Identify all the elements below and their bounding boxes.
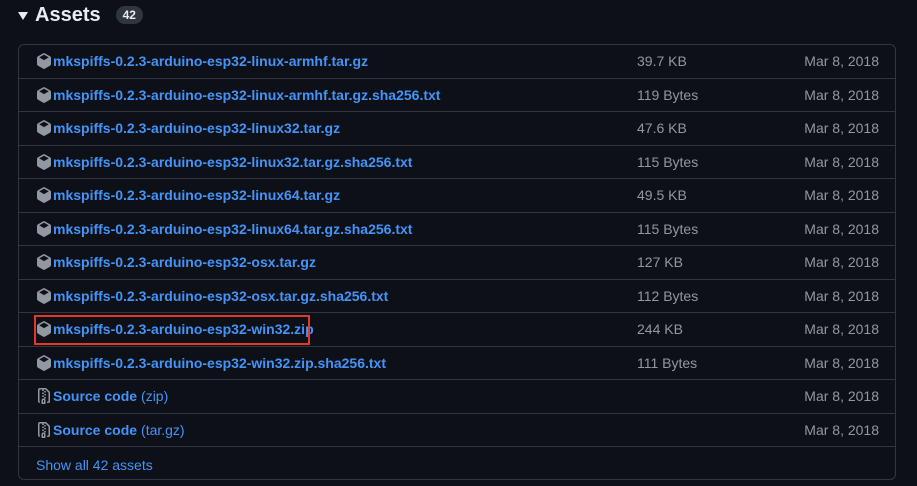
assets-header[interactable]: Assets 42 (18, 0, 143, 30)
asset-row: mkspiffs-0.2.3-arduino-esp32-linux64.tar… (19, 179, 895, 213)
assets-count-badge: 42 (115, 6, 143, 24)
asset-link-win32-zip[interactable]: mkspiffs-0.2.3-arduino-esp32-win32.zip (53, 321, 314, 337)
asset-date: Mar 8, 2018 (804, 53, 879, 70)
source-code-zip-link[interactable]: Source code (zip) (53, 388, 168, 404)
asset-date: Mar 8, 2018 (804, 153, 879, 170)
package-icon (37, 153, 51, 170)
asset-size: 39.7 KB (637, 53, 687, 70)
asset-row: mkspiffs-0.2.3-arduino-esp32-linux-armhf… (19, 45, 895, 79)
asset-link[interactable]: mkspiffs-0.2.3-arduino-esp32-win32.zip.s… (53, 355, 386, 371)
asset-size: 127 KB (637, 254, 683, 271)
assets-list: mkspiffs-0.2.3-arduino-esp32-linux-armhf… (18, 44, 896, 480)
file-zip-icon (38, 388, 50, 405)
asset-row: mkspiffs-0.2.3-arduino-esp32-linux-armhf… (19, 79, 895, 112)
asset-size: 47.6 KB (637, 120, 687, 137)
package-icon (37, 53, 51, 70)
asset-date: Mar 8, 2018 (804, 86, 879, 103)
asset-date: Mar 8, 2018 (804, 254, 879, 271)
source-code-targz-link[interactable]: Source code (tar.gz) (53, 422, 185, 438)
source-code-label: Source code (53, 388, 138, 405)
file-zip-icon (38, 421, 50, 438)
asset-size: 49.5 KB (637, 187, 687, 204)
package-icon (37, 321, 51, 338)
asset-link[interactable]: mkspiffs-0.2.3-arduino-esp32-linux32.tar… (53, 120, 340, 136)
asset-date: Mar 8, 2018 (804, 354, 879, 371)
show-all-assets-link[interactable]: Show all 42 assets (36, 450, 153, 479)
asset-date: Mar 8, 2018 (804, 421, 879, 438)
asset-link[interactable]: mkspiffs-0.2.3-arduino-esp32-linux-armhf… (53, 87, 440, 103)
asset-link[interactable]: mkspiffs-0.2.3-arduino-esp32-linux-armhf… (53, 53, 368, 69)
asset-size: 115 Bytes (637, 220, 699, 237)
package-icon (37, 254, 51, 271)
assets-title: Assets (35, 3, 101, 26)
caret-down-icon[interactable] (18, 12, 28, 20)
package-icon (37, 220, 51, 237)
asset-date: Mar 8, 2018 (804, 388, 879, 405)
asset-size: 112 Bytes (637, 287, 699, 304)
package-icon (37, 120, 51, 137)
asset-row: mkspiffs-0.2.3-arduino-esp32-osx.tar.gz.… (19, 280, 895, 313)
asset-size: 111 Bytes (637, 354, 698, 371)
asset-row: mkspiffs-0.2.3-arduino-esp32-linux32.tar… (19, 112, 895, 146)
source-code-label: Source code (53, 421, 138, 438)
asset-size: 115 Bytes (637, 153, 699, 170)
asset-date: Mar 8, 2018 (804, 187, 879, 204)
package-icon (37, 187, 51, 204)
asset-size: 119 Bytes (637, 86, 699, 103)
asset-row: mkspiffs-0.2.3-arduino-esp32-win32.zip 2… (19, 313, 895, 347)
asset-row: mkspiffs-0.2.3-arduino-esp32-linux64.tar… (19, 213, 895, 246)
asset-date: Mar 8, 2018 (804, 120, 879, 137)
asset-row: mkspiffs-0.2.3-arduino-esp32-linux32.tar… (19, 146, 895, 179)
asset-link[interactable]: mkspiffs-0.2.3-arduino-esp32-osx.tar.gz.… (53, 288, 388, 304)
source-code-format: (tar.gz) (141, 421, 185, 438)
asset-size: 244 KB (637, 321, 683, 338)
asset-date: Mar 8, 2018 (804, 287, 879, 304)
asset-date: Mar 8, 2018 (804, 321, 879, 338)
package-icon (37, 86, 51, 103)
source-code-row: Source code (tar.gz) Mar 8, 2018 (19, 414, 895, 447)
asset-row: mkspiffs-0.2.3-arduino-esp32-win32.zip.s… (19, 347, 895, 380)
package-icon (37, 287, 51, 304)
asset-date: Mar 8, 2018 (804, 220, 879, 237)
asset-link[interactable]: mkspiffs-0.2.3-arduino-esp32-linux32.tar… (53, 154, 412, 170)
asset-link[interactable]: mkspiffs-0.2.3-arduino-esp32-osx.tar.gz (53, 254, 316, 270)
asset-link[interactable]: mkspiffs-0.2.3-arduino-esp32-linux64.tar… (53, 221, 412, 237)
source-code-format: (zip) (141, 388, 169, 405)
package-icon (37, 354, 51, 371)
asset-link[interactable]: mkspiffs-0.2.3-arduino-esp32-linux64.tar… (53, 187, 340, 203)
asset-row: mkspiffs-0.2.3-arduino-esp32-osx.tar.gz … (19, 246, 895, 280)
source-code-row: Source code (zip) Mar 8, 2018 (19, 380, 895, 414)
